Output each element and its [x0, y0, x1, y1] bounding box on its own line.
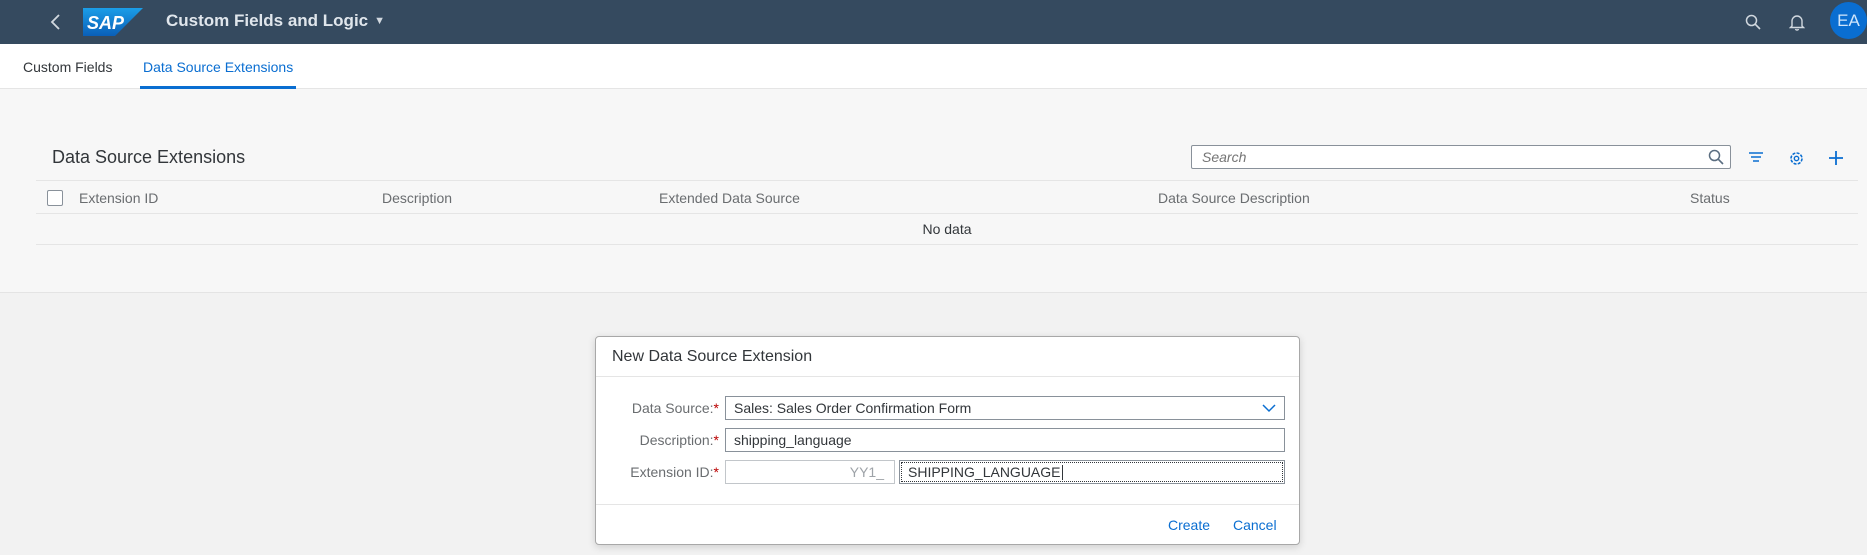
create-button[interactable]: Create	[1168, 517, 1210, 533]
column-extension-id[interactable]: Extension ID	[79, 181, 158, 214]
new-data-source-extension-dialog: New Data Source Extension Data Source:* …	[595, 336, 1300, 545]
search-icon[interactable]	[1742, 11, 1764, 33]
required-marker: *	[713, 432, 719, 448]
data-source-select[interactable]: Sales: Sales Order Confirmation Form	[725, 396, 1285, 420]
description-input[interactable]: shipping_language	[725, 428, 1285, 452]
extension-id-prefix: YY1_	[849, 464, 884, 480]
required-marker: *	[713, 400, 719, 416]
cancel-button[interactable]: Cancel	[1233, 517, 1277, 533]
sap-logo[interactable]: SAP	[83, 8, 143, 36]
search-field[interactable]	[1191, 145, 1731, 169]
table-header: Extension ID Description Extended Data S…	[36, 180, 1858, 214]
text-cursor	[1061, 464, 1063, 480]
add-icon[interactable]	[1824, 146, 1848, 170]
notifications-bell-icon[interactable]	[1786, 11, 1808, 33]
extension-id-prefix-field: YY1_	[725, 460, 895, 484]
caret-down-icon: ▼	[374, 15, 386, 27]
description-value: shipping_language	[734, 432, 852, 448]
back-arrow-icon[interactable]	[44, 10, 68, 34]
sort-icon[interactable]	[1744, 146, 1768, 170]
column-extended-data-source[interactable]: Extended Data Source	[659, 181, 800, 214]
data-source-label: Data Source:*	[631, 400, 719, 416]
tab-custom-fields[interactable]: Custom Fields	[23, 44, 112, 89]
tab-data-source-extensions[interactable]: Data Source Extensions	[139, 44, 297, 89]
required-marker: *	[713, 464, 719, 480]
dialog-header: New Data Source Extension	[596, 337, 1299, 377]
no-data-message: No data	[36, 214, 1858, 245]
table-panel: Data Source Extensions Extension ID Desc…	[0, 90, 1867, 293]
column-description[interactable]: Description	[382, 181, 452, 214]
extension-id-value: SHIPPING_LANGUAGE	[908, 464, 1061, 480]
dialog-title: New Data Source Extension	[612, 348, 813, 365]
app-title: Custom Fields and Logic	[166, 11, 369, 30]
dialog-footer: Create Cancel	[596, 504, 1299, 544]
data-source-value: Sales: Sales Order Confirmation Form	[734, 400, 972, 416]
search-icon[interactable]	[1708, 149, 1724, 170]
tab-bar: Custom Fields Data Source Extensions	[0, 44, 1867, 89]
chevron-down-icon[interactable]	[1262, 401, 1276, 418]
search-input[interactable]	[1192, 146, 1692, 168]
column-data-source-description[interactable]: Data Source Description	[1158, 181, 1310, 214]
select-all-checkbox[interactable]	[47, 190, 63, 206]
user-avatar[interactable]: EA	[1830, 2, 1867, 39]
column-status[interactable]: Status	[1690, 181, 1730, 214]
extension-id-label: Extension ID:*	[630, 464, 719, 480]
svg-text:SAP: SAP	[87, 13, 125, 33]
app-title-menu[interactable]: Custom Fields and Logic ▼	[166, 11, 385, 31]
settings-gear-icon[interactable]	[1784, 146, 1808, 170]
table-title: Data Source Extensions	[52, 147, 246, 167]
extension-id-input[interactable]: SHIPPING_LANGUAGE	[899, 460, 1285, 484]
shell-bar: SAP Custom Fields and Logic ▼ EA	[0, 0, 1867, 44]
description-label: Description:*	[639, 432, 719, 448]
